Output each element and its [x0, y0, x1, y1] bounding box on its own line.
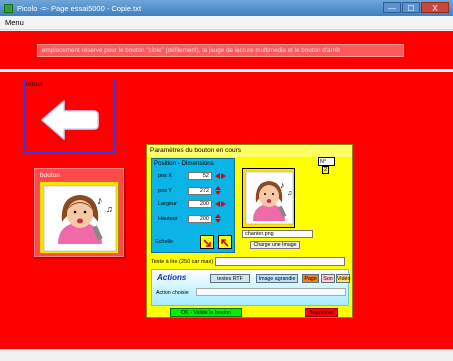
right-arrow-icon[interactable]: [221, 173, 226, 179]
height-field[interactable]: 200: [188, 214, 212, 223]
down-arrow-icon[interactable]: [215, 191, 221, 195]
up-arrow-icon[interactable]: [215, 186, 221, 190]
retour-button[interactable]: retour: [24, 79, 115, 153]
minimize-button[interactable]: —: [383, 2, 401, 13]
page-canvas: retour bouton ♪ ♫ Paramètres du bouton e: [0, 72, 453, 349]
height-arrows: [215, 214, 221, 223]
maximize-button[interactable]: ☐: [402, 2, 420, 13]
pos-y-row: pos Y 272: [158, 186, 221, 195]
delete-button[interactable]: Supprimer: [305, 308, 338, 317]
menu-item-menu[interactable]: Menu: [5, 18, 24, 27]
top-panel: emplacement réservé pour le bouton "cibl…: [0, 31, 453, 69]
actions-panel: Actions textes RTF Image agrandie Page S…: [151, 269, 350, 306]
svg-text:♪: ♪: [280, 180, 285, 190]
up-arrow-icon[interactable]: [215, 214, 221, 218]
pos-y-label: pos Y: [158, 187, 172, 194]
resize-arrow-icon: [221, 239, 229, 247]
bouton-label: bouton: [40, 172, 60, 179]
width-field[interactable]: 200: [188, 200, 212, 208]
height-label: Hauteur: [158, 215, 178, 222]
pos-y-field[interactable]: 272: [188, 186, 212, 195]
left-arrow-icon[interactable]: [215, 201, 220, 207]
close-button[interactable]: X: [421, 2, 449, 13]
pos-x-field[interactable]: 52: [188, 172, 212, 180]
button-number: N°2: [318, 157, 335, 174]
width-label: Largeur: [158, 201, 177, 207]
svg-text:♪: ♪: [97, 195, 103, 207]
app-icon: [4, 3, 13, 13]
action-video-button[interactable]: Vidéo: [336, 274, 350, 283]
title-bar: Picolo -=- Page essai5000 - Copie.txt — …: [0, 0, 453, 16]
window-controls: — ☐ X: [382, 2, 449, 13]
number-label: N°: [320, 159, 327, 165]
pos-x-label: pos X: [158, 173, 173, 179]
window-title: Picolo -=- Page essai5000 - Copie.txt: [17, 3, 142, 13]
svg-text:♫: ♫: [287, 190, 292, 197]
scale-up-button[interactable]: [218, 235, 232, 249]
action-rtf-text-button[interactable]: textes RTF: [210, 274, 250, 283]
reserved-area-notice: emplacement réservé pour le bouton "cibl…: [37, 44, 404, 57]
left-arrow-icon: [41, 100, 99, 140]
text-to-read-input[interactable]: [215, 257, 345, 266]
pos-y-arrows: [215, 186, 221, 195]
number-value: 2: [322, 166, 330, 174]
chosen-action-field[interactable]: [196, 288, 346, 296]
load-image-button[interactable]: Charge une Image: [250, 241, 300, 249]
action-page-button[interactable]: Page: [302, 274, 319, 283]
right-arrow-icon[interactable]: [221, 201, 226, 207]
pos-x-arrows: [215, 173, 226, 179]
menu-bar: Menu: [0, 16, 453, 30]
retour-label: retour: [26, 81, 43, 88]
ok-validate-button[interactable]: OK - Valide le bouton: [170, 308, 242, 317]
width-arrows: [215, 201, 226, 207]
position-header: Position - Dimensions: [154, 160, 214, 167]
width-row: Largeur 200: [158, 200, 226, 208]
pos-x-row: pos X 52: [158, 172, 226, 180]
image-filename-field[interactable]: chanter.png: [242, 230, 313, 238]
button-parameters-dialog: Paramètres du bouton en cours Position -…: [146, 144, 353, 318]
chosen-action-label: Action choisie: [156, 290, 189, 296]
position-dimensions-panel: Position - Dimensions pos X 52 pos Y 272…: [151, 158, 235, 253]
bouton-tile[interactable]: bouton ♪ ♫: [34, 168, 124, 257]
resize-arrow-icon: [203, 239, 211, 247]
down-arrow-icon[interactable]: [215, 219, 221, 223]
action-sound-button[interactable]: Son: [321, 274, 335, 283]
text-to-read-label: Texte à lire (250 car max): [151, 259, 214, 265]
action-enlarged-image-button[interactable]: Image agrandie: [256, 274, 298, 283]
status-bar: [0, 349, 453, 361]
svg-text:♫: ♫: [106, 204, 113, 214]
height-row: Hauteur 200: [158, 214, 221, 223]
echelle-label: Echelle: [155, 239, 174, 245]
left-arrow-icon[interactable]: [215, 173, 220, 179]
image-preview: ♪ ♫: [242, 168, 295, 228]
scale-down-button[interactable]: [200, 235, 214, 249]
dialog-title: Paramètres du bouton en cours: [147, 145, 352, 157]
actions-title: Actions: [157, 273, 187, 282]
singing-girl-pictogram: ♪ ♫: [39, 181, 119, 254]
